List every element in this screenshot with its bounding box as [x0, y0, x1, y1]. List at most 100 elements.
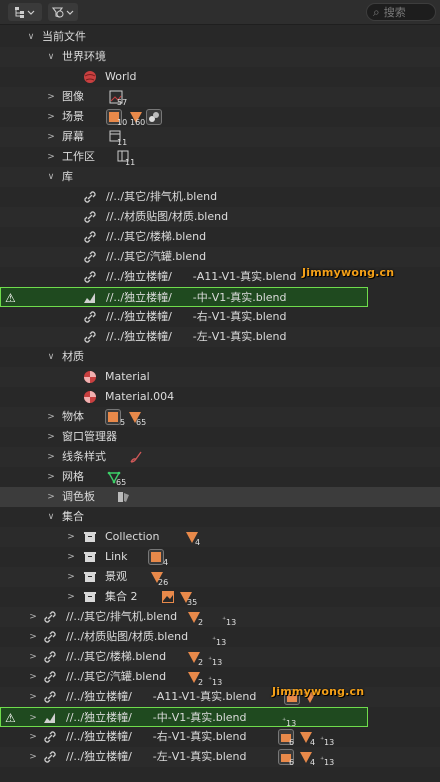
row-label: 工作区 — [62, 150, 95, 163]
chevron-right-icon[interactable]: > — [28, 627, 38, 647]
tree-row-images[interactable]: > 图像 57 — [0, 87, 440, 107]
collection-box-icon — [82, 529, 98, 545]
library-item-warning[interactable]: ⚠ //../独立楼幢/ -中-V1-真实.blend — [0, 287, 368, 307]
row-label: 库 — [62, 170, 73, 183]
library-item[interactable]: //../其它/排气机.blend — [0, 187, 440, 207]
tree-row-materials[interactable]: ∨ 材质 — [0, 347, 440, 367]
tree-row-objects[interactable]: > 物体 5 65 — [0, 407, 440, 427]
material-icon — [82, 369, 98, 385]
chevron-right-icon[interactable]: > — [46, 487, 56, 507]
linked-file-row[interactable]: > //../材质贴图/材质.blend ⁺ 13 — [0, 627, 440, 647]
tree-row-current-file[interactable]: ∨ 当前文件 — [0, 27, 440, 47]
link-icon — [42, 609, 58, 625]
collection-item[interactable]: > Link 4 — [0, 547, 440, 567]
tree-row-workspaces[interactable]: > 工作区 11 — [0, 147, 440, 167]
chevron-right-icon[interactable]: > — [46, 407, 56, 427]
warning-icon[interactable]: ⚠ — [5, 708, 19, 728]
row-label: //../材质贴图/材质.blend — [106, 210, 229, 223]
row-label: 图像 — [62, 90, 84, 103]
chevron-right-icon[interactable]: > — [28, 708, 38, 728]
tree-row-scenes[interactable]: > 场景 10 160 — [0, 107, 440, 127]
row-label: 景观 — [105, 570, 127, 583]
tree-row-collections[interactable]: ∨ 集合 — [0, 507, 440, 527]
row-label: //../独立楼幢/ -中-V1-真实.blend — [66, 711, 247, 724]
material-item[interactable]: Material.004 — [0, 387, 440, 407]
row-label: //../独立楼幢/ -右-V1-真实.blend — [106, 310, 287, 323]
chevron-right-icon[interactable]: > — [28, 687, 38, 707]
library-item[interactable]: //../材质贴图/材质.blend — [0, 207, 440, 227]
library-item[interactable]: //../独立楼幢/ -右-V1-真实.blend — [0, 307, 440, 327]
chevron-right-icon[interactable]: > — [46, 427, 56, 447]
broken-library-icon — [42, 710, 58, 726]
chevron-down-icon[interactable]: ∨ — [26, 27, 36, 47]
row-label: 网格 — [62, 470, 84, 483]
linked-file-row[interactable]: > //../独立楼幢/ -A11-V1-真实.blend Jimmywong.… — [0, 685, 440, 707]
linked-file-row[interactable]: > //../其它/汽罐.blend 2 ⁺ 13 — [0, 667, 440, 687]
row-label: //../独立楼幢/ -中-V1-真实.blend — [106, 291, 287, 304]
row-label: Material — [105, 370, 150, 383]
linked-file-row[interactable]: > //../独立楼幢/ -右-V1-真实.blend 6 4 ⁺ 13 — [0, 727, 440, 747]
chevron-right-icon[interactable]: > — [28, 667, 38, 687]
chevron-right-icon[interactable]: > — [46, 147, 56, 167]
search-input[interactable]: ⌕ 搜索 — [366, 3, 436, 21]
collection-item[interactable]: > 景观 26 — [0, 567, 440, 587]
row-label: Material.004 — [105, 390, 175, 403]
filter-dropdown[interactable] — [48, 3, 78, 21]
chevron-down-icon[interactable]: ∨ — [46, 507, 56, 527]
row-label: 材质 — [62, 350, 84, 363]
library-item[interactable]: //../其它/楼梯.blend — [0, 227, 440, 247]
tree-row-meshes[interactable]: > 网格 65 — [0, 467, 440, 487]
row-label: 世界环境 — [62, 50, 106, 63]
row-label: //../材质贴图/材质.blend — [66, 630, 189, 643]
collection-item[interactable]: > 集合 2 35 — [0, 587, 440, 607]
chevron-down-icon[interactable]: ∨ — [46, 347, 56, 367]
image-plane-icon — [160, 589, 176, 605]
row-label: //../独立楼幢/ -左-V1-真实.blend — [66, 750, 247, 763]
filter-icon — [51, 7, 74, 18]
material-item[interactable]: Material — [0, 367, 440, 387]
chevron-down-icon[interactable]: ∨ — [46, 47, 56, 67]
tree-row-palettes[interactable]: > 调色板 — [0, 487, 440, 507]
chevron-right-icon[interactable]: > — [46, 87, 56, 107]
row-label: 场景 — [62, 110, 84, 123]
linked-file-row[interactable]: > //../独立楼幢/ -左-V1-真实.blend 6 4 ⁺ 13 — [0, 747, 440, 767]
chevron-right-icon[interactable]: > — [28, 607, 38, 627]
link-icon — [42, 629, 58, 645]
chevron-right-icon[interactable]: > — [28, 727, 38, 747]
row-label: //../独立楼幢/ -右-V1-真实.blend — [66, 730, 247, 743]
tree-row-window-manager[interactable]: > 窗口管理器 — [0, 427, 440, 447]
warning-icon[interactable]: ⚠ — [5, 288, 19, 308]
chevron-right-icon[interactable]: > — [46, 127, 56, 147]
link-icon — [82, 209, 98, 225]
row-label: //../其它/排气机.blend — [106, 190, 218, 203]
chevron-right-icon[interactable]: > — [66, 587, 76, 607]
chevron-right-icon[interactable]: > — [46, 107, 56, 127]
chevron-right-icon[interactable]: > — [66, 567, 76, 587]
link-icon — [42, 669, 58, 685]
tree-row-world-env[interactable]: ∨ 世界环境 — [0, 47, 440, 67]
tree-row-linestyles[interactable]: > 线条样式 — [0, 447, 440, 467]
count-badge: 6 — [289, 758, 295, 767]
linked-file-row[interactable]: > //../其它/排气机.blend 2 ⁺ 13 — [0, 607, 440, 627]
linked-file-row[interactable]: > //../其它/楼梯.blend 2 ⁺ 13 — [0, 647, 440, 667]
chevron-right-icon[interactable]: > — [66, 547, 76, 567]
linked-file-row-warning[interactable]: ⚠ > //../独立楼幢/ -中-V1-真实.blend ⁺ 13 — [0, 707, 368, 728]
chevron-down-icon[interactable]: ∨ — [46, 167, 56, 187]
chevron-right-icon[interactable]: > — [46, 447, 56, 467]
tree-row-screens[interactable]: > 屏幕 11 — [0, 127, 440, 147]
tree-row-world[interactable]: World — [0, 67, 440, 87]
chevron-right-icon[interactable]: > — [66, 527, 76, 547]
library-item[interactable]: //../独立楼幢/ -左-V1-真实.blend — [0, 327, 440, 347]
count-badge: 4 — [310, 758, 316, 767]
world-settings-icon — [146, 109, 162, 125]
chevron-right-icon[interactable]: > — [28, 747, 38, 767]
collection-item[interactable]: > Collection 4 — [0, 527, 440, 547]
chevron-right-icon[interactable]: > — [46, 467, 56, 487]
library-item[interactable]: //../独立楼幢/ -A11-V1-真实.blend Jimmywong.cn — [0, 266, 440, 287]
tree-row-library[interactable]: ∨ 库 — [0, 167, 440, 187]
row-label: //../独立楼幢/ -A11-V1-真实.blend — [66, 690, 257, 703]
link-icon — [82, 329, 98, 345]
chevron-right-icon[interactable]: > — [28, 647, 38, 667]
display-mode-dropdown[interactable] — [8, 3, 42, 21]
link-icon — [82, 189, 98, 205]
